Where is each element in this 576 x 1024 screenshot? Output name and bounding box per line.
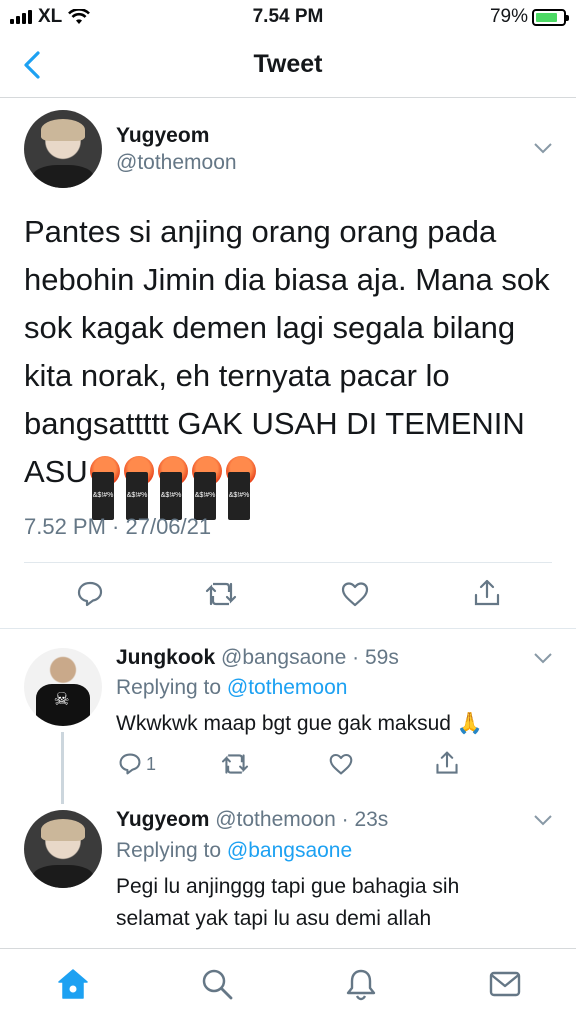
status-right: 79% [489, 6, 569, 28]
angry-emoji-icon [225, 456, 256, 520]
thread-line [61, 732, 64, 804]
share-button[interactable] [472, 578, 502, 608]
retweet-button[interactable] [220, 752, 250, 776]
reply-icon [119, 753, 141, 775]
reply-author-name[interactable]: Yugyeom [116, 808, 209, 831]
page-title: Tweet [253, 50, 323, 78]
battery-icon [532, 8, 569, 26]
tab-messages[interactable] [488, 967, 522, 1006]
angry-emoji-icon [157, 456, 188, 520]
tab-notifications[interactable] [344, 967, 378, 1006]
angry-emoji-icon [89, 456, 120, 520]
reply-author-name[interactable]: Jungkook [116, 646, 215, 669]
reply-author-handle[interactable]: @bangsaone [221, 646, 346, 669]
like-button[interactable] [340, 580, 370, 608]
search-icon [202, 969, 233, 1000]
notifications-icon [346, 969, 376, 1001]
reply-text-line: selamat yak tapi lu asu demi allah [116, 907, 432, 930]
tweet-timestamp: 7.52 PM · 27/06/21 [24, 514, 212, 539]
divider [24, 562, 552, 563]
status-bar: XL 7.54 PM 79% [0, 0, 576, 34]
tab-bar [0, 948, 576, 1024]
reply-button[interactable] [76, 580, 104, 608]
home-icon [58, 969, 88, 999]
reply-age: · 59s [352, 646, 399, 669]
reply-text: Pegi lu anjinggg tapi gue bahagia sih se… [116, 871, 459, 935]
retweet-button[interactable] [204, 580, 238, 608]
reply-header: Jungkook @bangsaone · 59s [116, 646, 399, 670]
tweet-author-name[interactable]: Yugyeom [116, 124, 209, 148]
like-icon [341, 582, 369, 607]
messages-icon [489, 971, 521, 997]
reply-count: 1 [146, 753, 157, 774]
share-button[interactable] [434, 750, 460, 776]
like-icon [329, 753, 353, 775]
section-divider [0, 628, 576, 629]
share-icon [436, 751, 458, 774]
replying-to-link[interactable]: @bangsaone [227, 839, 352, 862]
reply-text-line: Pegi lu anjinggg tapi gue bahagia sih [116, 875, 460, 898]
reply-age: · 23s [341, 808, 389, 831]
battery-percent: 79% [489, 6, 528, 27]
share-icon [474, 579, 500, 606]
angry-emoji-icon [123, 456, 154, 520]
chevron-down-icon[interactable] [534, 652, 552, 664]
replying-label: Replying to [116, 676, 227, 699]
tweet-text: Pantes si anjing orang orang pada hebohi… [24, 208, 554, 520]
retweet-icon [205, 582, 237, 606]
reply-icon [77, 581, 103, 607]
emoji-row [88, 454, 258, 520]
nav-bar: Tweet [0, 34, 576, 98]
replying-label: Replying to [116, 839, 227, 862]
replying-to: Replying to @tothemoon [116, 676, 347, 700]
tweet-author-handle[interactable]: @tothemoon [116, 151, 237, 175]
tweet-body: Pantes si anjing orang orang pada hebohi… [24, 214, 550, 489]
reply-author-handle[interactable]: @tothemoon [215, 808, 336, 831]
reply-button[interactable]: 1 [118, 752, 156, 776]
replying-to-link[interactable]: @tothemoon [227, 676, 348, 699]
chevron-down-icon[interactable] [534, 142, 552, 154]
avatar[interactable]: ☠ [24, 648, 102, 726]
avatar[interactable] [24, 110, 102, 188]
tab-home[interactable] [56, 967, 90, 1006]
angry-emoji-icon [191, 456, 222, 520]
tab-search[interactable] [200, 967, 234, 1006]
replying-to: Replying to @bangsaone [116, 839, 352, 863]
reply-text: Wkwkwk maap bgt gue gak maksud 🙏 [116, 712, 483, 735]
retweet-icon [221, 754, 249, 774]
avatar[interactable] [24, 810, 102, 888]
reply-header: Yugyeom @tothemoon · 23s [116, 808, 388, 832]
chevron-down-icon[interactable] [534, 814, 552, 826]
like-button[interactable] [328, 752, 354, 776]
